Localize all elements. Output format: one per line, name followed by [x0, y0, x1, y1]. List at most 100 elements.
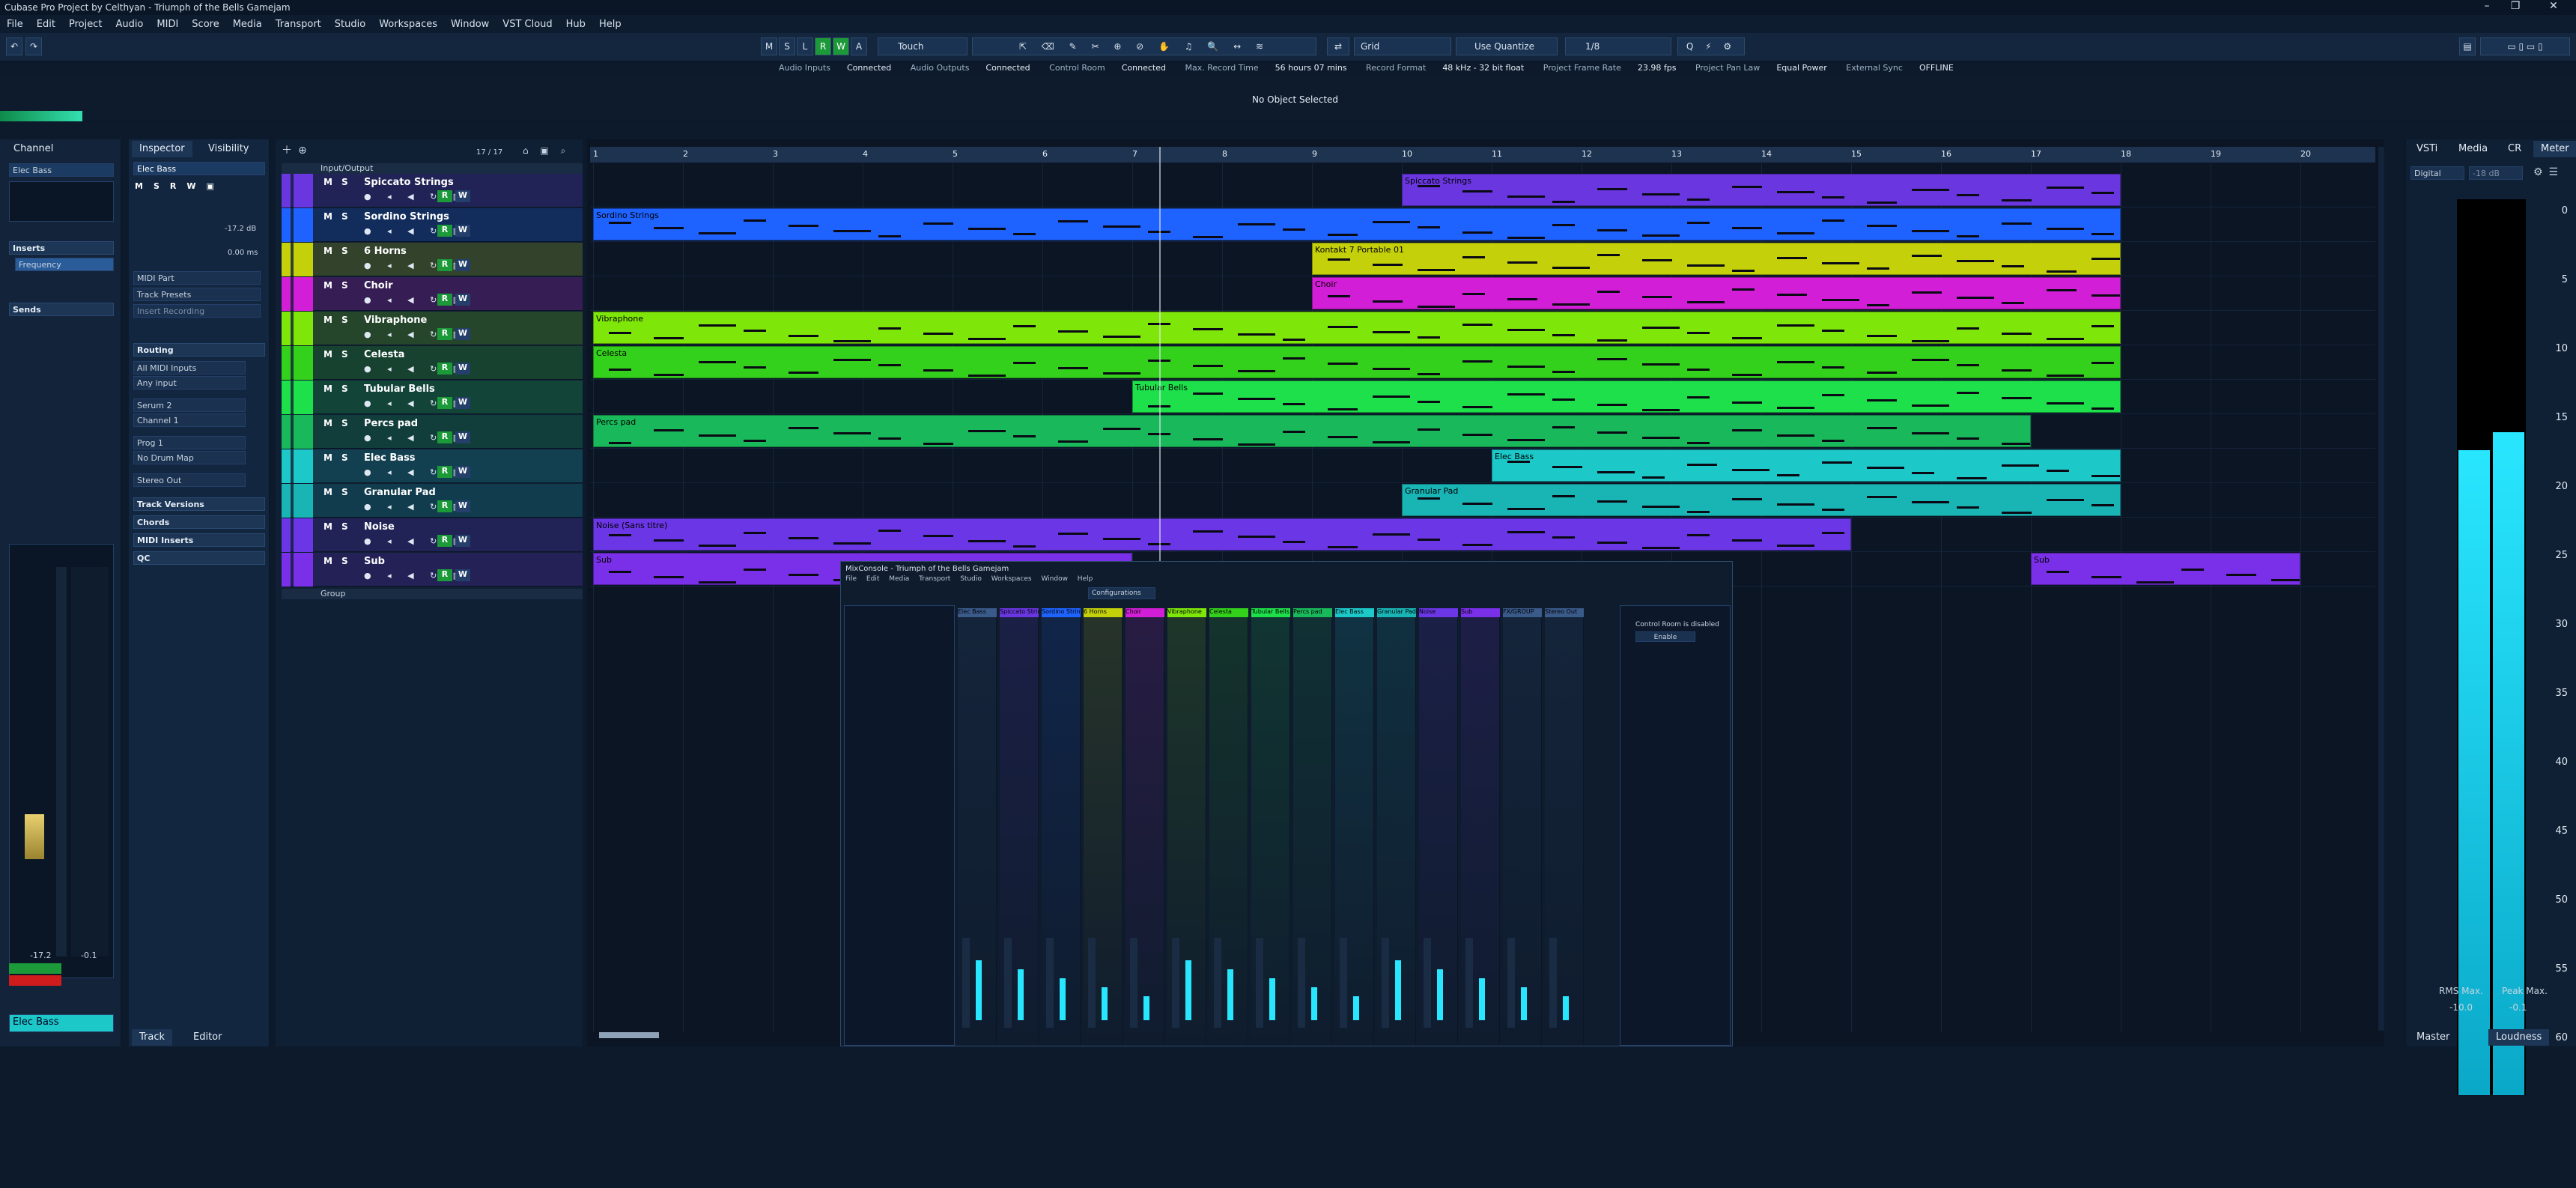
- mixer-fader-track[interactable]: [1298, 938, 1305, 1028]
- mixer-channel-name[interactable]: Spiccato Strings: [1000, 608, 1039, 617]
- mixer-channel-name[interactable]: Sub: [1461, 608, 1500, 617]
- mixer-channel-strip[interactable]: Vibraphone: [1167, 608, 1206, 1046]
- channel-name[interactable]: Elec Bass: [9, 163, 114, 177]
- qc-section[interactable]: QC: [133, 551, 265, 565]
- write-automation-button[interactable]: W: [455, 535, 470, 547]
- mixer-channel-name[interactable]: Vibraphone: [1167, 608, 1206, 617]
- redo-icon[interactable]: ↷: [25, 37, 42, 55]
- audio-inputs-status[interactable]: Connected: [847, 63, 891, 73]
- mode-button-m[interactable]: M: [761, 37, 777, 55]
- fader-value-left[interactable]: -17.2: [30, 951, 51, 960]
- track-row[interactable]: MS 6 Horns ● ◂ ◀ ↻ ▥ R W: [282, 243, 583, 276]
- track-name[interactable]: Noise: [364, 521, 395, 533]
- mixer-channel-strip[interactable]: FX/GROUP: [1503, 608, 1542, 1046]
- read-automation-button[interactable]: R: [437, 397, 452, 409]
- midi-channel-select[interactable]: Channel 1: [133, 413, 246, 427]
- menu-item-audio[interactable]: Audio: [109, 15, 150, 34]
- track-row[interactable]: MS Sub ● ◂ ◀ ↻ ▥ R W: [282, 553, 583, 587]
- ext-sync-value[interactable]: OFFLINE: [1919, 63, 1954, 73]
- tracklist-tools[interactable]: ⌂ ▣ ⌕: [523, 145, 570, 157]
- track-mute-solo[interactable]: MS: [323, 211, 357, 222]
- write-automation-button[interactable]: W: [455, 431, 470, 443]
- write-automation-button[interactable]: W: [455, 500, 470, 512]
- track-mute-solo[interactable]: MS: [323, 487, 357, 497]
- track-row[interactable]: MS Percs pad ● ◂ ◀ ↻ ▥ R W: [282, 415, 583, 449]
- menu-item-vst-cloud[interactable]: VST Cloud: [496, 15, 559, 34]
- write-automation-button[interactable]: W: [455, 294, 470, 306]
- audio-output-select[interactable]: Stereo Out: [133, 473, 246, 487]
- write-automation-button[interactable]: W: [455, 466, 470, 478]
- read-automation-button[interactable]: R: [437, 569, 452, 581]
- mixer-channel-name[interactable]: Stereo Out: [1545, 608, 1584, 617]
- midi-event[interactable]: Vibraphone: [593, 312, 2121, 344]
- track-name[interactable]: 6 Horns: [364, 246, 407, 257]
- drum-map-select[interactable]: No Drum Map: [133, 451, 246, 464]
- track-mute-solo[interactable]: MS: [323, 246, 357, 256]
- mixer-fader-track[interactable]: [1382, 938, 1389, 1028]
- read-button[interactable]: [9, 963, 61, 974]
- mode-button-r[interactable]: R: [815, 37, 831, 55]
- midi-event[interactable]: Sordino Strings: [593, 208, 2121, 240]
- read-automation-button[interactable]: R: [437, 328, 452, 340]
- overview-thumbnail[interactable]: [0, 111, 82, 121]
- horizontal-scrollbar[interactable]: [599, 1032, 659, 1038]
- mixer-fader-track[interactable]: [1549, 938, 1557, 1028]
- track-mute-solo[interactable]: MS: [323, 384, 357, 394]
- mode-button-a[interactable]: A: [851, 37, 867, 55]
- routing-section[interactable]: Routing: [133, 343, 265, 357]
- track-mute-solo[interactable]: MS: [323, 349, 357, 360]
- max-record-value[interactable]: 56 hours 07 mins: [1275, 63, 1347, 73]
- mixer-channel-name[interactable]: Noise: [1419, 608, 1458, 617]
- write-automation-button[interactable]: W: [455, 363, 470, 375]
- track-row[interactable]: MS Sordino Strings ● ◂ ◀ ↻ ▥ R W: [282, 208, 583, 242]
- add-track-icon[interactable]: ＋⊕: [282, 142, 313, 157]
- read-automation-button[interactable]: R: [437, 431, 452, 443]
- write-automation-button[interactable]: W: [455, 397, 470, 409]
- mixer-channel-name[interactable]: Choir: [1126, 608, 1164, 617]
- quantize-value-select[interactable]: 1/8: [1565, 37, 1671, 55]
- midi-output-select[interactable]: Serum 2: [133, 398, 246, 412]
- mixer-fader-track[interactable]: [1130, 938, 1137, 1028]
- menu-item-workspaces[interactable]: Workspaces: [372, 15, 444, 34]
- track-row[interactable]: MS Tubular Bells ● ◂ ◀ ↻ ▥ R W: [282, 381, 583, 414]
- read-automation-button[interactable]: R: [437, 466, 452, 478]
- track-name[interactable]: Choir: [364, 280, 393, 291]
- mixer-channel-strip[interactable]: Celesta: [1209, 608, 1248, 1046]
- channel-name-bottom[interactable]: Elec Bass: [9, 1014, 114, 1032]
- folder-track-group[interactable]: Group: [282, 589, 583, 599]
- chords-section[interactable]: Chords: [133, 515, 265, 529]
- menu-item-media[interactable]: Media: [226, 15, 269, 34]
- midi-input-select[interactable]: All MIDI Inputs: [133, 361, 246, 375]
- track-mute-solo[interactable]: MS: [323, 556, 357, 566]
- menu-item-window[interactable]: Window: [444, 15, 496, 34]
- tab-visibility[interactable]: Visibility: [201, 141, 256, 157]
- track-row[interactable]: MS Celesta ● ◂ ◀ ↻ ▥ R W: [282, 346, 583, 380]
- menu-item-help[interactable]: Help: [592, 15, 628, 34]
- mixer-channel-name[interactable]: Tubular Bells: [1251, 608, 1290, 617]
- mixer-channel-name[interactable]: Elec Bass: [958, 608, 997, 617]
- cr-enable-button[interactable]: Enable: [1635, 631, 1695, 642]
- control-room-status[interactable]: Connected: [1122, 63, 1166, 73]
- any-input-select[interactable]: Any input: [133, 376, 246, 390]
- mixer-fader-track[interactable]: [1465, 938, 1473, 1028]
- menu-item-edit[interactable]: Edit: [30, 15, 62, 34]
- mixer-fader-track[interactable]: [1507, 938, 1515, 1028]
- tab-loudness[interactable]: Loudness: [2488, 1029, 2550, 1046]
- midi-event[interactable]: Noise (Sans titre): [593, 518, 1851, 551]
- midi-event[interactable]: Choir: [1312, 277, 2121, 309]
- inspector-track-buttons[interactable]: MSRW▣: [135, 181, 265, 211]
- mixer-channel-strip[interactable]: 6 Horns: [1084, 608, 1123, 1046]
- menu-item-file[interactable]: File: [0, 15, 30, 34]
- track-row[interactable]: MS Elec Bass ● ◂ ◀ ↻ ▥ R W: [282, 449, 583, 483]
- tab-inspector[interactable]: Inspector: [132, 141, 192, 157]
- mixer-fader-track[interactable]: [1004, 938, 1012, 1028]
- mixer-channel-strip[interactable]: Sordino Strings: [1042, 608, 1081, 1046]
- track-name[interactable]: Sordino Strings: [364, 211, 449, 222]
- track-name[interactable]: Granular Pad: [364, 487, 436, 498]
- midi-event[interactable]: Percs pad: [593, 415, 2031, 447]
- track-name[interactable]: Percs pad: [364, 418, 418, 429]
- mixer-fader-track[interactable]: [1256, 938, 1263, 1028]
- inspector-delay[interactable]: 0.00 ms: [228, 249, 258, 257]
- mixer-fader-track[interactable]: [1088, 938, 1096, 1028]
- mixer-channel-name[interactable]: Sordino Strings: [1042, 608, 1081, 617]
